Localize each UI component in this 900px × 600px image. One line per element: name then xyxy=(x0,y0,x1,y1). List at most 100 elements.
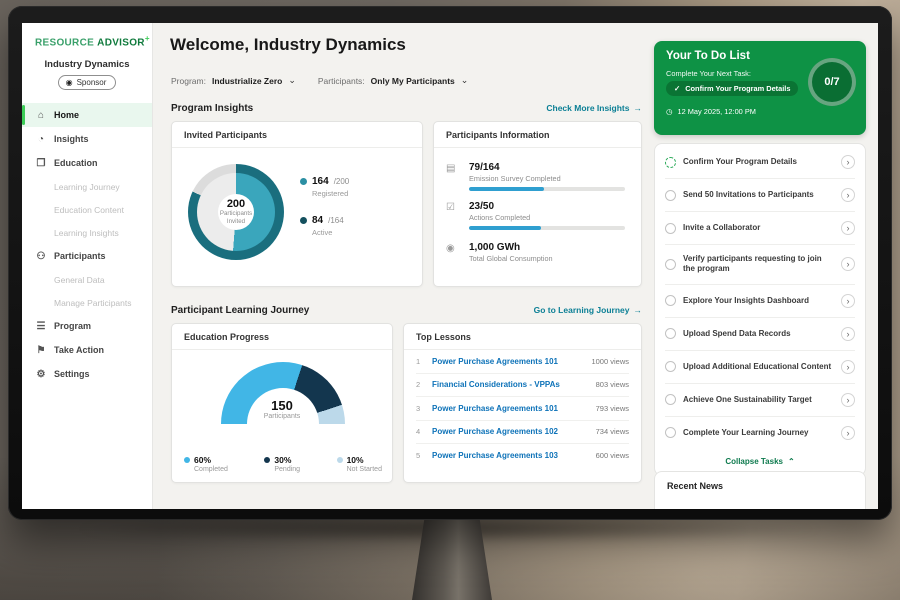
filters-bar: Program: Industrialize Zero ⌄ Participan… xyxy=(171,75,468,86)
task-checkbox[interactable] xyxy=(665,427,676,438)
completed-dot-icon xyxy=(184,457,190,463)
task-checkbox[interactable] xyxy=(665,190,676,201)
sidebar-item-participants[interactable]: ⚇ Participants xyxy=(22,244,152,268)
task-label: Upload Additional Educational Content xyxy=(683,362,834,372)
clock-icon: ◷ xyxy=(666,107,672,116)
sidebar-item-settings[interactable]: ⚙ Settings xyxy=(22,362,152,386)
task-row-invite-collaborator[interactable]: Invite a Collaborator › xyxy=(665,212,855,245)
top-lessons-card-title: Top Lessons xyxy=(404,324,641,350)
chevron-right-icon[interactable]: › xyxy=(841,327,855,341)
sidebar-item-program[interactable]: ☰ Program xyxy=(22,314,152,338)
chevron-right-icon[interactable]: › xyxy=(841,360,855,374)
participants-filter-value[interactable]: Only My Participants xyxy=(371,76,455,86)
sidebar-item-take-action[interactable]: ⚑ Take Action xyxy=(22,338,152,362)
task-checkbox[interactable] xyxy=(665,361,676,372)
task-row-confirm-program[interactable]: Confirm Your Program Details › xyxy=(665,146,855,179)
todo-progress-ring: 0/7 xyxy=(808,58,856,106)
lesson-number: 5 xyxy=(416,451,424,460)
chevron-down-icon[interactable]: ⌄ xyxy=(461,75,469,86)
program-icon: ☰ xyxy=(35,321,47,332)
sidebar-item-label: Learning Insights xyxy=(54,228,119,238)
todo-progress-count: 0/7 xyxy=(824,76,839,88)
sidebar-nav: ⌂ Home ◔ Insights ❐ Education Learning J… xyxy=(22,103,152,386)
program-filter-label: Program: xyxy=(171,76,206,86)
todo-title: Your To Do List xyxy=(666,50,750,62)
active-dot-icon xyxy=(300,217,307,224)
task-row-explore-insights[interactable]: Explore Your Insights Dashboard › xyxy=(665,285,855,318)
sidebar-item-manage-participants[interactable]: Manage Participants xyxy=(22,291,152,314)
task-row-achieve-target[interactable]: Achieve One Sustainability Target › xyxy=(665,384,855,417)
sidebar-item-label: Participants xyxy=(54,251,106,261)
survey-label: Emission Survey Completed xyxy=(469,174,629,183)
education-progress-card: Education Progress 150 Participants xyxy=(171,323,393,483)
lesson-number: 2 xyxy=(416,380,424,389)
chevron-right-icon[interactable]: › xyxy=(841,294,855,308)
chevron-right-icon[interactable]: › xyxy=(841,221,855,235)
arrow-right-icon: → xyxy=(634,305,643,315)
task-row-complete-learning-journey[interactable]: Complete Your Learning Journey › xyxy=(665,417,855,449)
task-row-verify-participants[interactable]: Verify participants requesting to join t… xyxy=(665,245,855,285)
actions-label: Actions Completed xyxy=(469,213,629,222)
not-started-label: Not Started xyxy=(347,466,382,473)
dashboard-screen: RESOURCE ADVISOR+ Industry Dynamics ◉ Sp… xyxy=(22,23,878,509)
sidebar-item-home[interactable]: ⌂ Home xyxy=(22,103,152,127)
task-checkbox[interactable] xyxy=(665,223,676,234)
survey-value: 79/164 xyxy=(469,162,629,173)
task-row-upload-spend-data[interactable]: Upload Spend Data Records › xyxy=(665,318,855,351)
donut-legend: 164 /200 Registered 84 /164 Active xyxy=(300,176,349,254)
sidebar-item-general-data[interactable]: General Data xyxy=(22,268,152,291)
program-filter-value[interactable]: Industrialize Zero xyxy=(212,76,282,86)
chevron-down-icon[interactable]: ⌄ xyxy=(288,75,296,86)
lesson-title-link[interactable]: Power Purchase Agreements 102 xyxy=(432,427,588,436)
sidebar-item-learning-insights[interactable]: Learning Insights xyxy=(22,221,152,244)
registered-value: 164 xyxy=(312,176,329,187)
go-to-learning-journey-link[interactable]: Go to Learning Journey → xyxy=(534,305,642,315)
todo-next-task-pill[interactable]: ✓ Confirm Your Program Details xyxy=(666,81,798,96)
info-row-survey: ▤ 79/164 Emission Survey Completed xyxy=(446,162,629,191)
chevron-right-icon[interactable]: › xyxy=(841,426,855,440)
desk-background: RESOURCE ADVISOR+ Industry Dynamics ◉ Sp… xyxy=(0,0,900,600)
settings-icon: ⚙ xyxy=(35,369,47,380)
lesson-row: 1 Power Purchase Agreements 101 1000 vie… xyxy=(416,350,629,374)
sidebar-item-insights[interactable]: ◔ Insights xyxy=(22,127,152,151)
participants-info-card-title: Participants Information xyxy=(434,122,641,148)
lesson-views: 803 views xyxy=(596,380,629,389)
legend-active: 84 /164 Active xyxy=(300,215,349,237)
sidebar-item-education-content[interactable]: Education Content xyxy=(22,198,152,221)
sponsor-badge[interactable]: ◉ Sponsor xyxy=(58,75,117,90)
actions-progress-track xyxy=(469,226,625,230)
lesson-title-link[interactable]: Power Purchase Agreements 103 xyxy=(432,451,588,460)
lesson-title-link[interactable]: Power Purchase Agreements 101 xyxy=(432,357,583,366)
task-checkbox[interactable] xyxy=(665,295,676,306)
sidebar-item-learning-journey[interactable]: Learning Journey xyxy=(22,175,152,198)
legend-pending: 30% Pending xyxy=(264,455,300,473)
lesson-row: 3 Power Purchase Agreements 101 793 view… xyxy=(416,397,629,421)
participants-info-card: Participants Information ▤ 79/164 Emissi… xyxy=(433,121,642,287)
sidebar-item-education[interactable]: ❐ Education xyxy=(22,151,152,175)
chevron-right-icon[interactable]: › xyxy=(841,155,855,169)
check-more-insights-link[interactable]: Check More Insights → xyxy=(546,103,642,113)
chevron-right-icon[interactable]: › xyxy=(841,257,855,271)
lesson-title-link[interactable]: Power Purchase Agreements 101 xyxy=(432,404,588,413)
lesson-title-link[interactable]: Financial Considerations - VPPAs xyxy=(432,380,588,389)
org-name: Industry Dynamics xyxy=(22,59,152,70)
task-row-send-invitations[interactable]: Send 50 Invitations to Participants › xyxy=(665,179,855,212)
collapse-tasks-button[interactable]: Collapse Tasks ⌃ xyxy=(665,449,855,473)
task-checkbox[interactable] xyxy=(665,394,676,405)
donut-center-value: 200 xyxy=(227,198,245,210)
chevron-right-icon[interactable]: › xyxy=(841,393,855,407)
task-checkbox[interactable] xyxy=(665,328,676,339)
chevron-right-icon[interactable]: › xyxy=(841,188,855,202)
not-started-dot-icon xyxy=(337,457,343,463)
task-row-upload-educational-content[interactable]: Upload Additional Educational Content › xyxy=(665,351,855,384)
task-checkbox[interactable] xyxy=(665,259,676,270)
gauge-center: 150 Participants xyxy=(172,398,392,420)
check-more-insights-label: Check More Insights xyxy=(546,103,629,113)
sidebar-item-label: General Data xyxy=(54,275,105,285)
task-label: Achieve One Sustainability Target xyxy=(683,395,834,405)
legend-not-started: 10% Not Started xyxy=(337,455,382,473)
task-checkbox[interactable] xyxy=(665,157,676,168)
task-label: Upload Spend Data Records xyxy=(683,329,834,339)
invited-participants-card: Invited Participants 200 Participants In… xyxy=(171,121,423,287)
recent-news-title: Recent News xyxy=(655,472,865,491)
